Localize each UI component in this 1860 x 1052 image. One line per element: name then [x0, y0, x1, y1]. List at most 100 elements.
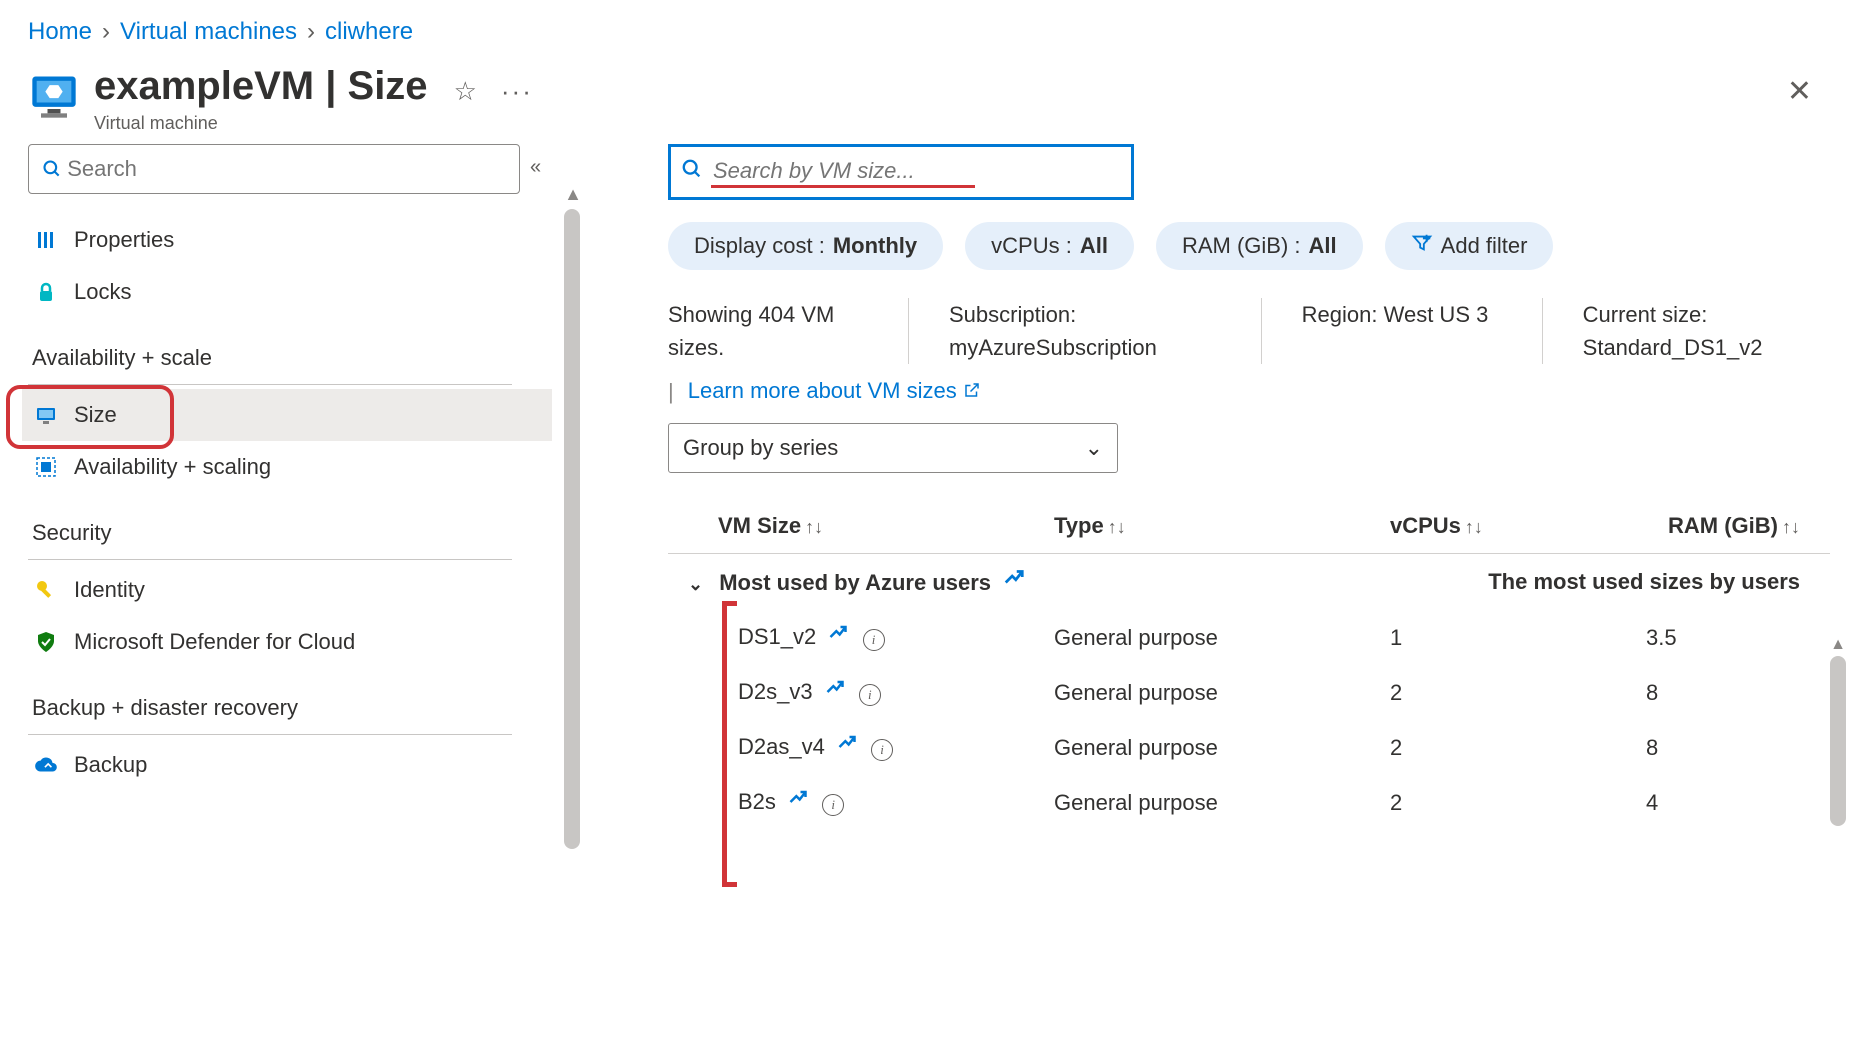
col-label: RAM (GiB) — [1668, 513, 1778, 538]
sort-icon: ↑↓ — [1108, 517, 1126, 537]
info-icon[interactable]: i — [871, 739, 893, 761]
lock-icon — [32, 278, 60, 306]
col-vmsize[interactable]: VM Size↑↓ — [668, 499, 1046, 554]
table-row[interactable]: DS1_v2 i General purpose 1 3.5 — [668, 610, 1830, 665]
sidebar-item-label: Properties — [74, 227, 174, 253]
sidebar: « ▲ Properties Locks Availability + scal… — [0, 144, 588, 1036]
sidebar-item-defender[interactable]: Microsoft Defender for Cloud — [28, 616, 588, 668]
vm-size-search-input[interactable] — [711, 157, 975, 185]
sidebar-group-label: Backup + disaster recovery — [32, 695, 298, 721]
main-content: Display cost : Monthly vCPUs : All RAM (… — [588, 144, 1860, 1036]
table-row[interactable]: D2s_v3 i General purpose 2 8 — [668, 665, 1830, 720]
vm-monitor-icon — [28, 70, 80, 122]
shield-icon — [32, 628, 60, 656]
sidebar-item-label: Size — [74, 402, 117, 428]
sidebar-item-label: Locks — [74, 279, 131, 305]
table-row[interactable]: D2as_v4 i General purpose 2 8 — [668, 720, 1830, 775]
vm-size-icon — [32, 401, 60, 429]
more-options-icon[interactable]: ··· — [501, 76, 533, 107]
scroll-up-arrow-icon[interactable]: ▲ — [564, 184, 582, 205]
sidebar-search-input[interactable] — [65, 155, 509, 183]
external-link-icon — [963, 379, 981, 405]
vm-vcpus: 2 — [1382, 665, 1638, 720]
col-label: VM Size — [718, 513, 801, 538]
pill-label: Add filter — [1441, 233, 1528, 259]
vm-size-search[interactable] — [668, 144, 1134, 200]
info-summary-row: Showing 404 VM sizes. Subscription: myAz… — [668, 298, 1830, 364]
vm-ram: 8 — [1638, 720, 1830, 775]
breadcrumb-vm-name[interactable]: cliwhere — [325, 18, 413, 46]
breadcrumb-home[interactable]: Home — [28, 18, 92, 46]
sidebar-group-availability: Availability + scale — [28, 332, 512, 385]
vm-size-name: D2as_v4 — [738, 734, 825, 759]
filter-pill-display-cost[interactable]: Display cost : Monthly — [668, 222, 943, 270]
pill-value: All — [1080, 233, 1108, 259]
vm-ram: 3.5 — [1638, 610, 1830, 665]
sidebar-item-label: Microsoft Defender for Cloud — [74, 629, 355, 655]
properties-icon — [32, 226, 60, 254]
breadcrumb-vm-list[interactable]: Virtual machines — [120, 18, 297, 46]
info-showing: Showing 404 VM sizes. — [668, 298, 909, 364]
info-subscription: Subscription: myAzureSubscription — [909, 298, 1262, 364]
col-vcpus[interactable]: vCPUs↑↓ — [1382, 499, 1638, 554]
vm-size-name: D2s_v3 — [738, 679, 813, 704]
sidebar-item-identity[interactable]: Identity — [28, 564, 588, 616]
main-scrollbar-thumb[interactable] — [1830, 656, 1846, 826]
sidebar-item-availability-scaling[interactable]: Availability + scaling — [28, 441, 588, 493]
sidebar-group-label: Availability + scale — [32, 345, 212, 371]
filter-pill-vcpus[interactable]: vCPUs : All — [965, 222, 1134, 270]
sidebar-search[interactable] — [28, 144, 520, 194]
add-filter-icon — [1411, 232, 1433, 260]
table-group-row[interactable]: ⌄ Most used by Azure users The most used… — [668, 554, 1830, 611]
sidebar-item-backup[interactable]: Backup — [28, 739, 588, 791]
sidebar-item-label: Availability + scaling — [74, 454, 271, 480]
sidebar-group-security: Security — [28, 507, 512, 560]
trend-up-icon — [825, 677, 845, 703]
info-icon[interactable]: i — [822, 794, 844, 816]
learn-more-link[interactable]: Learn more about VM sizes — [688, 378, 981, 405]
sidebar-item-locks[interactable]: Locks — [28, 266, 588, 318]
vm-vcpus: 1 — [1382, 610, 1638, 665]
sidebar-item-size[interactable]: Size — [22, 389, 552, 441]
group-by-dropdown[interactable]: Group by series ⌄ — [668, 423, 1118, 473]
vm-type: General purpose — [1046, 720, 1382, 775]
sidebar-scrollbar-thumb[interactable] — [564, 209, 580, 849]
main-scrollbar[interactable]: ▲ — [1830, 634, 1846, 826]
vm-vcpus: 2 — [1382, 720, 1638, 775]
sidebar-item-properties[interactable]: Properties — [28, 214, 588, 266]
col-type[interactable]: Type↑↓ — [1046, 499, 1382, 554]
trend-up-icon — [828, 622, 848, 648]
info-icon[interactable]: i — [859, 684, 881, 706]
favorite-star-icon[interactable]: ☆ — [454, 76, 477, 107]
sidebar-item-label: Identity — [74, 577, 145, 603]
info-icon[interactable]: i — [863, 629, 885, 651]
vm-size-table: VM Size↑↓ Type↑↓ vCPUs↑↓ RAM (GiB)↑↓ — [668, 499, 1830, 830]
add-filter-button[interactable]: Add filter — [1385, 222, 1554, 270]
col-label: vCPUs — [1390, 513, 1461, 538]
collapse-sidebar-icon[interactable]: « — [530, 156, 541, 179]
trend-up-icon — [788, 787, 808, 813]
chevron-down-icon: ⌄ — [688, 574, 703, 594]
sort-icon: ↑↓ — [1465, 517, 1483, 537]
sidebar-item-label: Backup — [74, 752, 147, 778]
vm-type: General purpose — [1046, 775, 1382, 830]
search-icon — [681, 158, 703, 186]
trend-up-icon — [837, 732, 857, 758]
col-label: Type — [1054, 513, 1104, 538]
breadcrumb: Home › Virtual machines › cliwhere — [0, 0, 1860, 46]
group-desc: The most used sizes by users — [1382, 554, 1830, 611]
close-icon[interactable]: ✕ — [1787, 74, 1812, 109]
group-header-label: Most used by Azure users — [719, 570, 991, 595]
filter-pill-ram[interactable]: RAM (GiB) : All — [1156, 222, 1363, 270]
scroll-up-arrow-icon[interactable]: ▲ — [1830, 636, 1846, 654]
vm-type: General purpose — [1046, 610, 1382, 665]
col-ram[interactable]: RAM (GiB)↑↓ — [1638, 499, 1830, 554]
learn-more-text: Learn more about VM sizes — [688, 378, 957, 403]
table-row[interactable]: B2s i General purpose 2 4 — [668, 775, 1830, 830]
chevron-right-icon: › — [102, 18, 110, 46]
filter-pill-bar: Display cost : Monthly vCPUs : All RAM (… — [668, 222, 1830, 270]
sidebar-group-label: Security — [32, 520, 111, 546]
learn-more-row: | Learn more about VM sizes — [668, 378, 1830, 405]
vm-vcpus: 2 — [1382, 775, 1638, 830]
search-icon — [39, 155, 65, 183]
